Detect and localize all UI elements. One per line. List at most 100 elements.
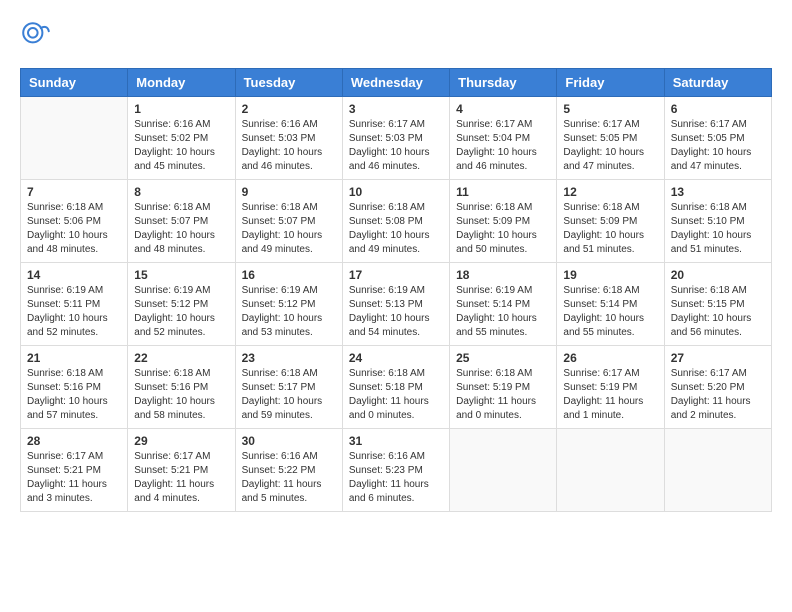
calendar-cell: 15 Sunrise: 6:19 AM Sunset: 5:12 PM Dayli… <box>128 263 235 346</box>
calendar-cell <box>664 429 771 512</box>
calendar-cell: 17Sunrise: 6:19 AM Sunset: 5:13 PM Dayli… <box>342 263 449 346</box>
day-number: 18 <box>456 268 550 282</box>
day-info: Sunrise: 6:17 AM Sunset: 5:05 PM Dayligh… <box>671 118 765 174</box>
calendar-cell: 6 Sunrise: 6:17 AM Sunset: 5:05 PM Daylig… <box>664 97 771 180</box>
calendar-cell <box>21 97 128 180</box>
day-header-sunday: Sunday <box>21 69 128 97</box>
day-header-saturday: Saturday <box>664 69 771 97</box>
day-number: 29 <box>134 434 228 448</box>
day-info: Sunrise: 6:18 AM Sunset: 5:09 PM Dayligh… <box>456 201 550 257</box>
calendar-week-row: 28 Sunrise: 6:17 AM Sunset: 5:21 PM Dayli… <box>21 429 772 512</box>
calendar-week-row: 21 Sunrise: 6:18 AM Sunset: 5:16 PM Dayli… <box>21 346 772 429</box>
day-number: 4 <box>456 102 550 116</box>
day-number: 12 <box>563 185 657 199</box>
day-number: 22 <box>134 351 228 365</box>
calendar-week-row: 7 Sunrise: 6:18 AM Sunset: 5:06 PM Daylig… <box>21 180 772 263</box>
day-number: 5 <box>563 102 657 116</box>
day-number: 2 <box>242 102 336 116</box>
calendar-cell: 1 Sunrise: 6:16 AM Sunset: 5:02 PM Daylig… <box>128 97 235 180</box>
day-number: 6 <box>671 102 765 116</box>
calendar-cell: 26Sunrise: 6:17 AM Sunset: 5:19 PM Dayli… <box>557 346 664 429</box>
day-info: Sunrise: 6:18 AM Sunset: 5:06 PM Dayligh… <box>27 201 121 257</box>
calendar-cell <box>450 429 557 512</box>
calendar-cell: 3 Sunrise: 6:17 AM Sunset: 5:03 PM Daylig… <box>342 97 449 180</box>
day-info: Sunrise: 6:18 AM Sunset: 5:17 PM Dayligh… <box>242 367 336 423</box>
day-info: Sunrise: 6:18 AM Sunset: 5:09 PM Dayligh… <box>563 201 657 257</box>
day-info: Sunrise: 6:18 AM Sunset: 5:19 PM Dayligh… <box>456 367 550 423</box>
calendar-cell: 19 Sunrise: 6:18 AM Sunset: 5:14 PM Dayli… <box>557 263 664 346</box>
day-number: 14 <box>27 268 121 282</box>
day-info: Sunrise: 6:17 AM Sunset: 5:03 PM Dayligh… <box>349 118 443 174</box>
day-info: Sunrise: 6:18 AM Sunset: 5:14 PM Dayligh… <box>563 284 657 340</box>
day-header-thursday: Thursday <box>450 69 557 97</box>
day-info: Sunrise: 6:19 AM Sunset: 5:12 PM Dayligh… <box>134 284 228 340</box>
day-header-friday: Friday <box>557 69 664 97</box>
day-header-monday: Monday <box>128 69 235 97</box>
day-number: 17 <box>349 268 443 282</box>
day-number: 13 <box>671 185 765 199</box>
calendar-week-row: 14 Sunrise: 6:19 AM Sunset: 5:11 PM Dayli… <box>21 263 772 346</box>
calendar-cell: 31 Sunrise: 6:16 AM Sunset: 5:23 PM Dayli… <box>342 429 449 512</box>
day-info: Sunrise: 6:19 AM Sunset: 5:11 PM Dayligh… <box>27 284 121 340</box>
calendar-cell: 2 Sunrise: 6:16 AM Sunset: 5:03 PM Daylig… <box>235 97 342 180</box>
day-info: Sunrise: 6:17 AM Sunset: 5:04 PM Dayligh… <box>456 118 550 174</box>
day-number: 1 <box>134 102 228 116</box>
day-number: 15 <box>134 268 228 282</box>
day-number: 11 <box>456 185 550 199</box>
day-number: 30 <box>242 434 336 448</box>
calendar-week-row: 1 Sunrise: 6:16 AM Sunset: 5:02 PM Daylig… <box>21 97 772 180</box>
calendar-header-row: SundayMondayTuesdayWednesdayThursdayFrid… <box>21 69 772 97</box>
day-info: Sunrise: 6:16 AM Sunset: 5:23 PM Dayligh… <box>349 450 443 506</box>
day-info: Sunrise: 6:19 AM Sunset: 5:14 PM Dayligh… <box>456 284 550 340</box>
day-number: 9 <box>242 185 336 199</box>
day-info: Sunrise: 6:16 AM Sunset: 5:02 PM Dayligh… <box>134 118 228 174</box>
calendar-cell: 18 Sunrise: 6:19 AM Sunset: 5:14 PM Dayli… <box>450 263 557 346</box>
day-info: Sunrise: 6:17 AM Sunset: 5:21 PM Dayligh… <box>134 450 228 506</box>
day-info: Sunrise: 6:17 AM Sunset: 5:05 PM Dayligh… <box>563 118 657 174</box>
calendar-cell: 13 Sunrise: 6:18 AM Sunset: 5:10 PM Dayli… <box>664 180 771 263</box>
day-info: Sunrise: 6:18 AM Sunset: 5:10 PM Dayligh… <box>671 201 765 257</box>
calendar-cell: 27 Sunrise: 6:17 AM Sunset: 5:20 PM Dayli… <box>664 346 771 429</box>
day-number: 10 <box>349 185 443 199</box>
calendar-cell: 12 Sunrise: 6:18 AM Sunset: 5:09 PM Dayli… <box>557 180 664 263</box>
calendar-table: SundayMondayTuesdayWednesdayThursdayFrid… <box>20 68 772 512</box>
page-header <box>20 20 772 52</box>
day-info: Sunrise: 6:18 AM Sunset: 5:16 PM Dayligh… <box>134 367 228 423</box>
day-number: 16 <box>242 268 336 282</box>
day-info: Sunrise: 6:18 AM Sunset: 5:16 PM Dayligh… <box>27 367 121 423</box>
day-info: Sunrise: 6:18 AM Sunset: 5:07 PM Dayligh… <box>134 201 228 257</box>
day-number: 28 <box>27 434 121 448</box>
day-info: Sunrise: 6:18 AM Sunset: 5:08 PM Dayligh… <box>349 201 443 257</box>
calendar-cell: 23Sunrise: 6:18 AM Sunset: 5:17 PM Dayli… <box>235 346 342 429</box>
logo-icon <box>20 20 52 52</box>
calendar-cell: 10 Sunrise: 6:18 AM Sunset: 5:08 PM Dayli… <box>342 180 449 263</box>
calendar-cell: 5 Sunrise: 6:17 AM Sunset: 5:05 PM Daylig… <box>557 97 664 180</box>
day-number: 3 <box>349 102 443 116</box>
calendar-cell: 11 Sunrise: 6:18 AM Sunset: 5:09 PM Dayli… <box>450 180 557 263</box>
day-number: 31 <box>349 434 443 448</box>
calendar-cell: 30 Sunrise: 6:16 AM Sunset: 5:22 PM Dayli… <box>235 429 342 512</box>
day-number: 19 <box>563 268 657 282</box>
calendar-cell: 16 Sunrise: 6:19 AM Sunset: 5:12 PM Dayli… <box>235 263 342 346</box>
calendar-cell: 4 Sunrise: 6:17 AM Sunset: 5:04 PM Daylig… <box>450 97 557 180</box>
day-number: 7 <box>27 185 121 199</box>
day-number: 27 <box>671 351 765 365</box>
day-info: Sunrise: 6:19 AM Sunset: 5:12 PM Dayligh… <box>242 284 336 340</box>
calendar-cell: 28 Sunrise: 6:17 AM Sunset: 5:21 PM Dayli… <box>21 429 128 512</box>
day-info: Sunrise: 6:16 AM Sunset: 5:22 PM Dayligh… <box>242 450 336 506</box>
day-info: Sunrise: 6:16 AM Sunset: 5:03 PM Dayligh… <box>242 118 336 174</box>
calendar-cell: 7 Sunrise: 6:18 AM Sunset: 5:06 PM Daylig… <box>21 180 128 263</box>
day-number: 26 <box>563 351 657 365</box>
logo <box>20 20 56 52</box>
day-info: Sunrise: 6:18 AM Sunset: 5:07 PM Dayligh… <box>242 201 336 257</box>
day-number: 21 <box>27 351 121 365</box>
calendar-cell: 9 Sunrise: 6:18 AM Sunset: 5:07 PM Daylig… <box>235 180 342 263</box>
day-number: 8 <box>134 185 228 199</box>
day-info: Sunrise: 6:17 AM Sunset: 5:20 PM Dayligh… <box>671 367 765 423</box>
day-number: 25 <box>456 351 550 365</box>
day-info: Sunrise: 6:17 AM Sunset: 5:21 PM Dayligh… <box>27 450 121 506</box>
calendar-cell: 29 Sunrise: 6:17 AM Sunset: 5:21 PM Dayli… <box>128 429 235 512</box>
day-number: 20 <box>671 268 765 282</box>
calendar-cell: 8 Sunrise: 6:18 AM Sunset: 5:07 PM Daylig… <box>128 180 235 263</box>
calendar-cell: 25 Sunrise: 6:18 AM Sunset: 5:19 PM Dayli… <box>450 346 557 429</box>
